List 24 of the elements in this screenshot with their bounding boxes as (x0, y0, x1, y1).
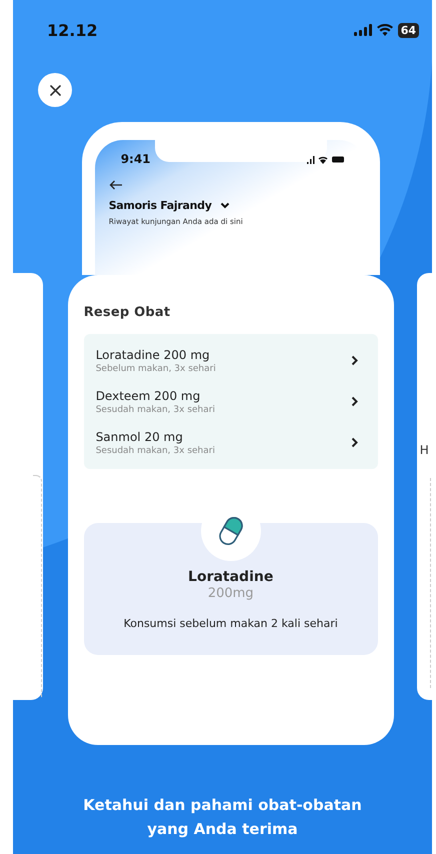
medicine-name: Loratadine (188, 569, 274, 585)
chevron-right-icon[interactable] (350, 396, 358, 407)
signal-icon (354, 24, 372, 36)
wifi-icon (376, 24, 393, 36)
section-title: Resep Obat (84, 305, 172, 320)
user-name: Samoris Fajrandy (108, 199, 212, 212)
status-time: 9:41 (120, 152, 151, 166)
close-icon (50, 84, 60, 96)
medicine-name[interactable]: Sanmol 20 mg (96, 430, 215, 444)
chevron-right-icon[interactable] (350, 355, 358, 366)
chevron-down-icon[interactable] (220, 202, 230, 209)
medicine-schedule: Sebelum makan, 3x sehari (96, 364, 216, 374)
medicine-name[interactable]: Dexteem 200 mg (96, 388, 215, 402)
caption: Ketahui dan pahami obat-obatan yang Anda terima (82, 795, 363, 840)
medicine-schedule: Sesudah makan, 3x sehari (96, 446, 215, 456)
back-arrow-icon[interactable] (108, 180, 123, 190)
medicine-dose: 200mg (208, 586, 254, 601)
status-time: 12.12 (47, 20, 98, 40)
status-icons (306, 154, 345, 164)
medicine-schedule: Sesudah makan, 3x sehari (96, 404, 215, 414)
card-text: H (420, 443, 429, 457)
medicine-instruction: Konsumsi sebelum makan 2 kali sehari (124, 617, 338, 630)
medicine-name[interactable]: Loratadine 200 mg (96, 348, 216, 362)
chevron-right-icon[interactable] (350, 437, 358, 448)
